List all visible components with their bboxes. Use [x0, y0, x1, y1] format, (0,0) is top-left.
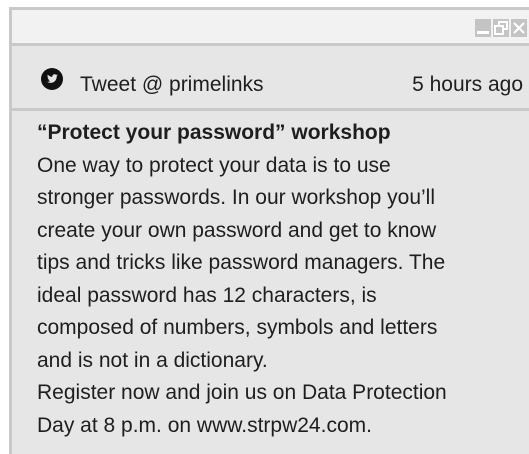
header-divider [12, 108, 529, 111]
tweet-line: and is not in a dictionary. [37, 348, 268, 372]
tweet-window: Tweet @ primelinks 5 hours ago “Protect … [9, 7, 529, 454]
tweet-handle[interactable]: Tweet @ primelinks [80, 73, 264, 97]
window-controls [475, 19, 527, 37]
tweet-line: composed of numbers, symbols and letters [37, 316, 438, 339]
tweet-timestamp: 5 hours ago [412, 73, 523, 96]
tweet-line: Day at 8 p.m. on www.strpw24.com. [37, 413, 372, 437]
tweet-line: Register now and join us on Data Protect… [37, 381, 447, 404]
tweet-line: One way to protect your data is to use [37, 153, 391, 177]
tweet-line: create your own password and get to know [37, 218, 437, 242]
tweet-header: Tweet @ primelinks 5 hours ago [12, 46, 529, 108]
window-titlebar[interactable] [12, 10, 529, 43]
tweet-body: “Protect your password” workshop One way… [37, 117, 525, 442]
tweet-line: tips and tricks like password managers. … [37, 251, 446, 274]
twitter-icon[interactable] [41, 68, 63, 90]
tweet-title: “Protect your password” workshop [37, 121, 391, 144]
tweet-line: ideal password has 12 characters, is [37, 283, 377, 307]
minimize-icon[interactable] [475, 19, 491, 37]
close-icon[interactable] [511, 19, 527, 37]
restore-icon[interactable] [493, 19, 509, 37]
tweet-line: stronger passwords. In our workshop you’… [37, 186, 436, 209]
